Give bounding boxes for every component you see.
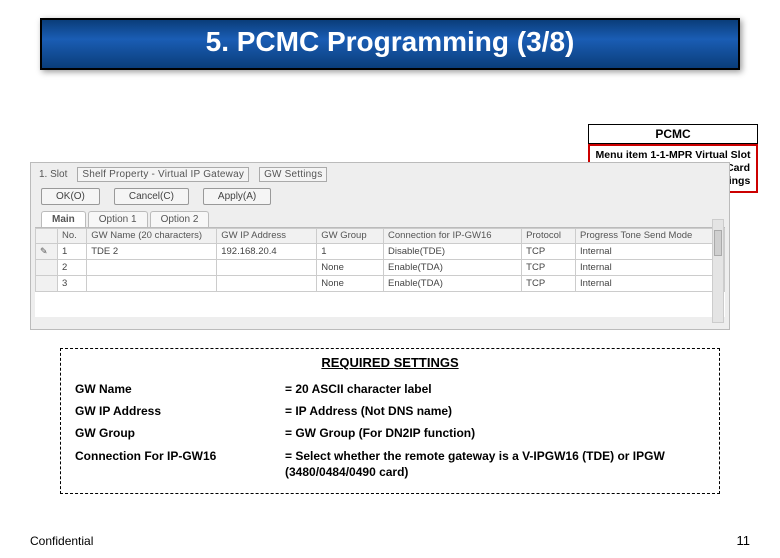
slide-title: 5. PCMC Programming (3/8) bbox=[40, 18, 740, 70]
confidential-label: Confidential bbox=[30, 534, 93, 548]
cell-gw-ip[interactable] bbox=[217, 276, 317, 292]
required-value: = GW Group (For DN2IP function) bbox=[281, 422, 709, 444]
col-gw-ip: GW IP Address bbox=[217, 229, 317, 244]
required-value: = IP Address (Not DNS name) bbox=[281, 400, 709, 422]
cancel-button[interactable]: Cancel(C) bbox=[114, 188, 189, 205]
required-settings-title: REQUIRED SETTINGS bbox=[71, 355, 709, 370]
required-settings-box: REQUIRED SETTINGS GW Name = 20 ASCII cha… bbox=[60, 348, 720, 494]
edit-icon bbox=[40, 246, 48, 257]
pcmc-callout-heading: PCMC bbox=[588, 124, 758, 144]
col-tone: Progress Tone Send Mode bbox=[576, 229, 725, 244]
cell-connection[interactable]: Enable(TDA) bbox=[384, 276, 522, 292]
required-value: = 20 ASCII character label bbox=[281, 378, 709, 400]
cell-connection[interactable]: Enable(TDA) bbox=[384, 260, 522, 276]
cell-tone[interactable]: Internal bbox=[576, 244, 725, 260]
tab-main[interactable]: Main bbox=[41, 211, 86, 227]
col-gw-group: GW Group bbox=[317, 229, 384, 244]
col-no: No. bbox=[58, 229, 87, 244]
required-row: GW IP Address = IP Address (Not DNS name… bbox=[71, 400, 709, 422]
col-gw-name: GW Name (20 characters) bbox=[87, 229, 217, 244]
cell-tone[interactable]: Internal bbox=[576, 260, 725, 276]
settings-grid: No. GW Name (20 characters) GW IP Addres… bbox=[35, 227, 725, 317]
cell-gw-group[interactable]: None bbox=[317, 276, 384, 292]
col-rowmarker bbox=[36, 229, 58, 244]
col-connection: Connection for IP-GW16 bbox=[384, 229, 522, 244]
cell-gw-ip[interactable] bbox=[217, 260, 317, 276]
cell-no: 1 bbox=[58, 244, 87, 260]
cell-protocol[interactable]: TCP bbox=[522, 276, 576, 292]
tab-option1[interactable]: Option 1 bbox=[88, 211, 148, 227]
cell-gw-name[interactable]: TDE 2 bbox=[87, 244, 217, 260]
required-row: Connection For IP-GW16 = Select whether … bbox=[71, 445, 709, 483]
cell-no: 2 bbox=[58, 260, 87, 276]
cell-gw-group[interactable]: 1 bbox=[317, 244, 384, 260]
card-label: Shelf Property - Virtual IP Gateway bbox=[77, 167, 249, 182]
required-row: GW Group = GW Group (For DN2IP function) bbox=[71, 422, 709, 444]
table-row[interactable]: 3 None Enable(TDA) TCP Internal bbox=[36, 276, 725, 292]
required-key: Connection For IP-GW16 bbox=[71, 445, 281, 483]
col-protocol: Protocol bbox=[522, 229, 576, 244]
required-value: = Select whether the remote gateway is a… bbox=[281, 445, 709, 483]
cell-tone[interactable]: Internal bbox=[576, 276, 725, 292]
tab-option2[interactable]: Option 2 bbox=[150, 211, 210, 227]
cell-no: 3 bbox=[58, 276, 87, 292]
cell-connection[interactable]: Disable(TDE) bbox=[384, 244, 522, 260]
required-key: GW IP Address bbox=[71, 400, 281, 422]
cell-protocol[interactable]: TCP bbox=[522, 244, 576, 260]
gw-settings-tab[interactable]: GW Settings bbox=[259, 167, 327, 182]
required-key: GW Group bbox=[71, 422, 281, 444]
cell-gw-group[interactable]: None bbox=[317, 260, 384, 276]
vertical-scrollbar[interactable] bbox=[712, 219, 724, 323]
cell-protocol[interactable]: TCP bbox=[522, 260, 576, 276]
scrollbar-thumb[interactable] bbox=[714, 230, 722, 256]
cell-gw-name[interactable] bbox=[87, 260, 217, 276]
page-number: 11 bbox=[737, 533, 751, 548]
pcmc-dialog: 1. Slot Shelf Property - Virtual IP Gate… bbox=[30, 162, 730, 330]
ok-button[interactable]: OK(O) bbox=[41, 188, 100, 205]
table-row[interactable]: 2 None Enable(TDA) TCP Internal bbox=[36, 260, 725, 276]
table-row[interactable]: 1 TDE 2 192.168.20.4 1 Disable(TDE) TCP … bbox=[36, 244, 725, 260]
apply-button[interactable]: Apply(A) bbox=[203, 188, 271, 205]
slot-label: 1. Slot bbox=[39, 169, 67, 180]
required-row: GW Name = 20 ASCII character label bbox=[71, 378, 709, 400]
cell-gw-name[interactable] bbox=[87, 276, 217, 292]
cell-gw-ip[interactable]: 192.168.20.4 bbox=[217, 244, 317, 260]
required-key: GW Name bbox=[71, 378, 281, 400]
